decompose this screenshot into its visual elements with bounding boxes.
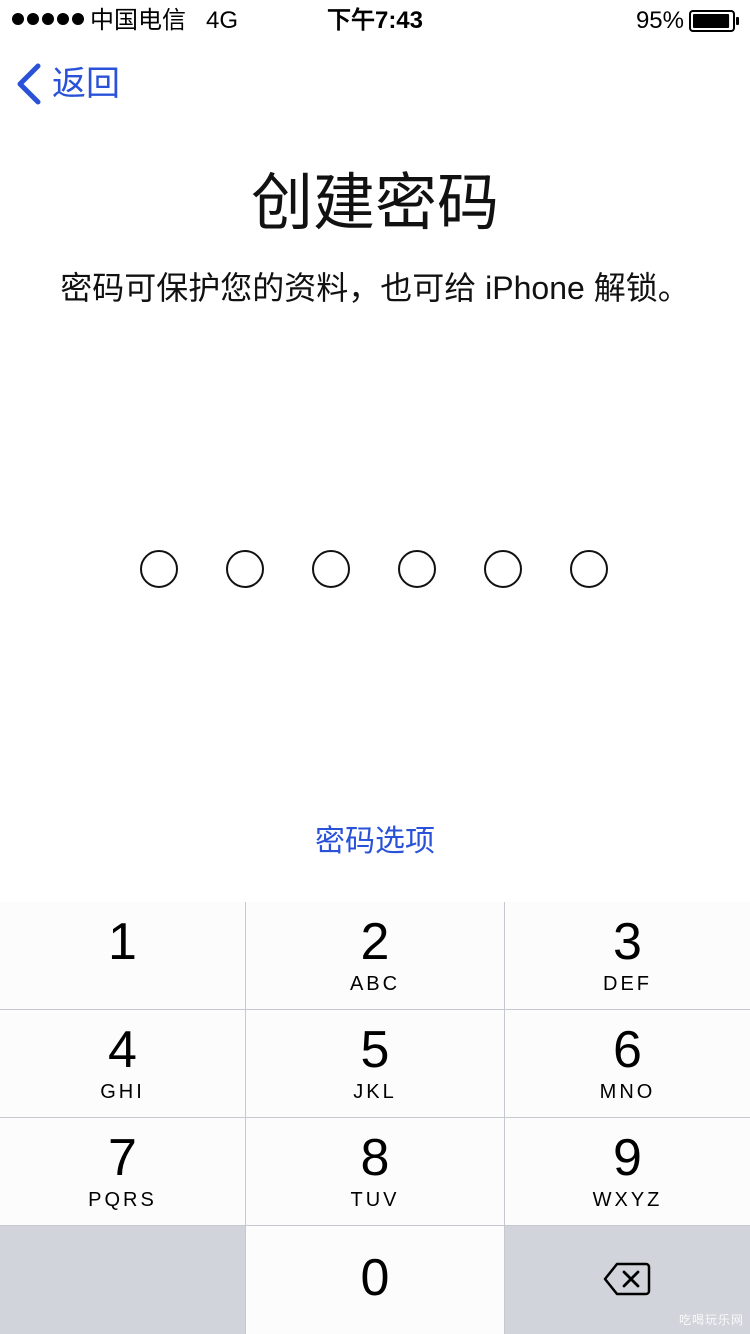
passcode-dot (226, 550, 264, 588)
key-letters: WXYZ (592, 1189, 663, 1211)
watermark-text: 吃喝玩乐网 (678, 1313, 744, 1327)
battery-icon (689, 10, 739, 32)
key-letters: PQRS (88, 1189, 157, 1211)
key-letters: MNO (599, 1081, 656, 1103)
key-0[interactable]: 0 (246, 1226, 504, 1334)
back-button[interactable]: 返回 (14, 60, 120, 108)
key-7[interactable]: 7 PQRS (0, 1118, 245, 1225)
backspace-icon (603, 1262, 651, 1296)
key-1[interactable]: 1 (0, 902, 245, 1009)
key-digit: 8 (360, 1129, 390, 1187)
key-digit: 6 (613, 1021, 642, 1079)
key-digit: 2 (360, 913, 390, 971)
key-digit: 9 (613, 1129, 642, 1187)
key-digit: 5 (360, 1021, 390, 1079)
passcode-dot (140, 550, 178, 588)
passcode-options-button[interactable]: 密码选项 (0, 822, 750, 862)
key-digit: 0 (360, 1249, 390, 1307)
key-blank (0, 1226, 245, 1334)
key-3[interactable]: 3 DEF (505, 902, 750, 1009)
battery-percentage: 95% (635, 7, 684, 34)
passcode-dot (570, 550, 608, 588)
key-digit: 4 (108, 1021, 137, 1079)
passcode-dot (398, 550, 436, 588)
key-letters: JKL (353, 1081, 397, 1103)
key-digit: 7 (108, 1129, 137, 1187)
passcode-indicator (140, 550, 610, 588)
key-digit: 3 (613, 913, 642, 971)
key-9[interactable]: 9 WXYZ (505, 1118, 750, 1225)
key-letters: TUV (350, 1189, 400, 1211)
passcode-dot (484, 550, 522, 588)
page-title: 创建密码 (250, 169, 499, 238)
key-letters: DEF (603, 973, 652, 995)
delete-button[interactable]: 吃喝玩乐网 (505, 1226, 750, 1334)
key-2[interactable]: 2 ABC (246, 902, 504, 1009)
key-6[interactable]: 6 MNO (505, 1010, 750, 1117)
key-letters: GHI (100, 1081, 145, 1103)
key-8[interactable]: 8 TUV (246, 1118, 504, 1225)
key-digit: 1 (108, 913, 137, 971)
status-bar: 中国电信 4G 下午7:43 95% (0, 0, 750, 40)
page-subtitle: 密码可保护您的资料，也可给 iPhone 解锁。 (60, 270, 690, 306)
key-4[interactable]: 4 GHI (0, 1010, 245, 1117)
passcode-dot (312, 550, 350, 588)
key-5[interactable]: 5 JKL (246, 1010, 504, 1117)
back-label: 返回 (52, 65, 120, 103)
numeric-keypad: 1 2 ABC 3 DEF 4 GHI 5 JKL 6 MNO 7 PQRS 8… (0, 902, 750, 1334)
key-letters: ABC (349, 973, 401, 995)
chevron-left-icon (17, 63, 41, 105)
